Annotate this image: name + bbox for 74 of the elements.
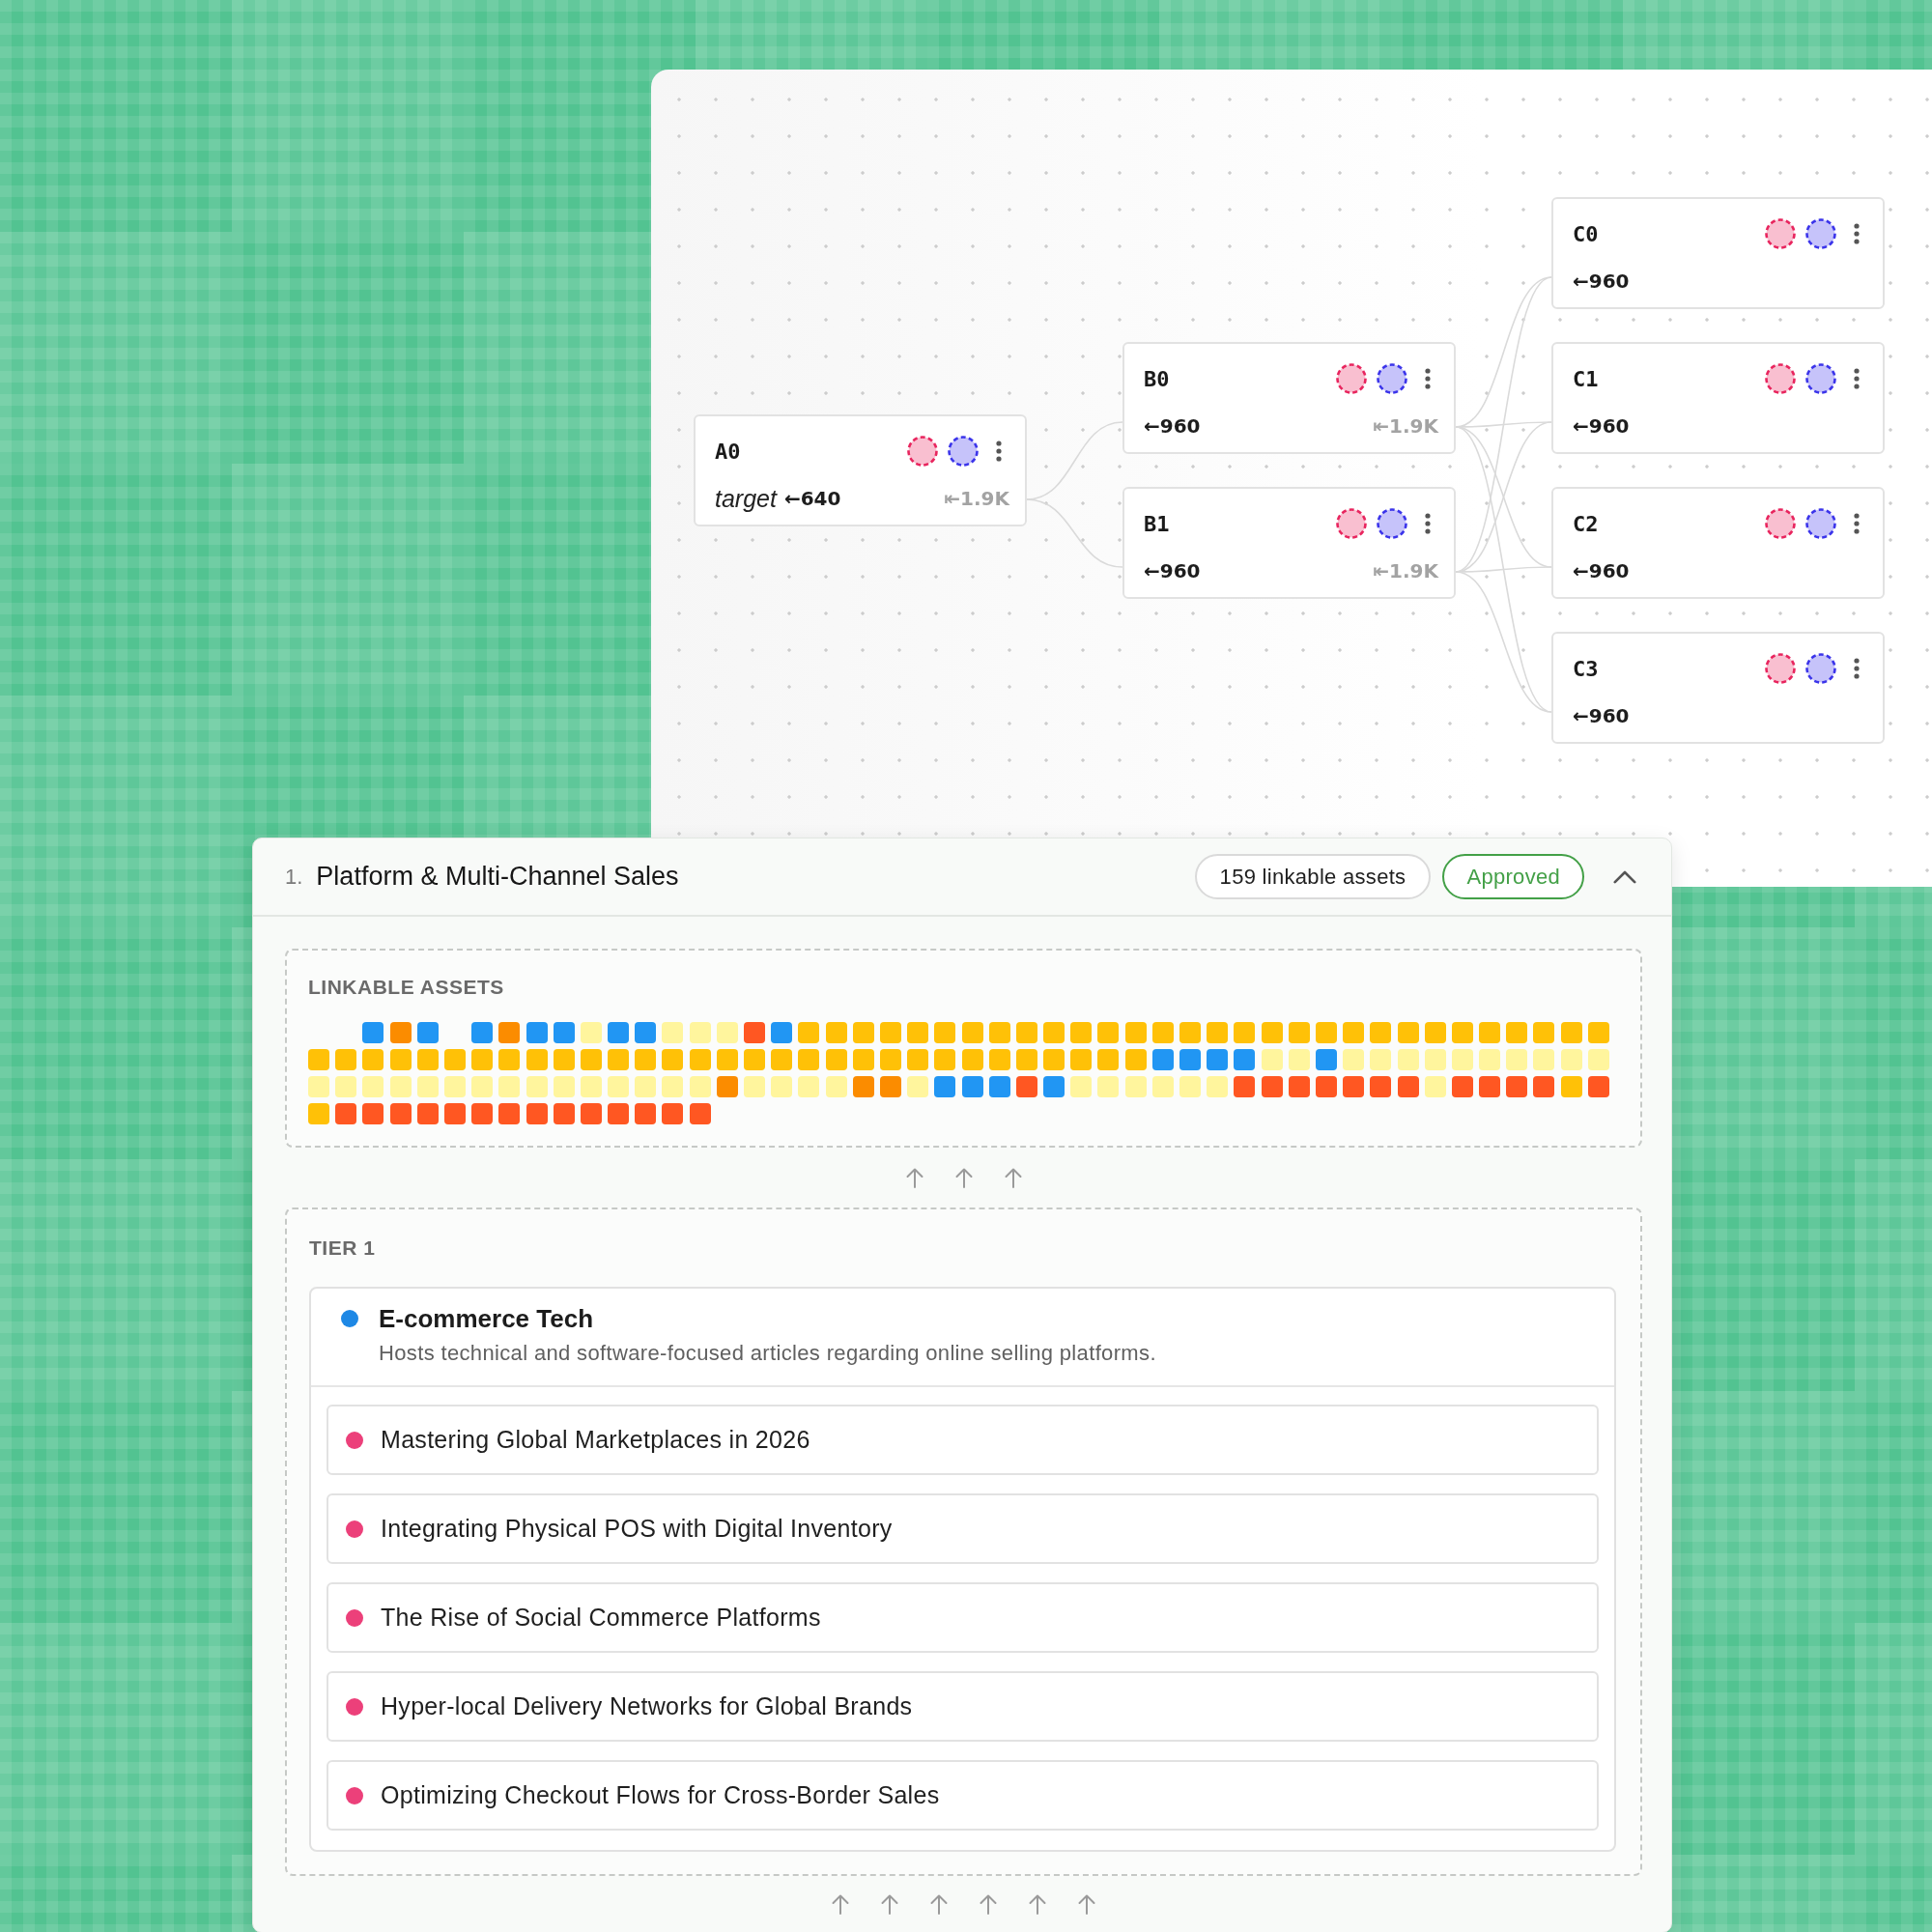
dashed-circle-icon: [1805, 508, 1836, 539]
section-title: Platform & Multi-Channel Sales: [316, 862, 679, 892]
dashed-circle-icon: [1805, 363, 1836, 394]
arrow-up-icon: [1004, 1167, 1022, 1188]
site-description: Hosts technical and software-focused articles regarding online selling platforms.: [379, 1340, 1156, 1367]
graph-node[interactable]: B1 ←960 ⇤1.9K: [1122, 487, 1456, 599]
kebab-menu-icon[interactable]: [996, 440, 1002, 462]
graph-node[interactable]: C1 ←960: [1551, 342, 1885, 454]
dashed-circle-icon: [1765, 363, 1796, 394]
node-title: C0: [1573, 221, 1599, 246]
arrow-up-icon: [881, 1893, 898, 1915]
dashed-circle-icon: [1336, 508, 1367, 539]
article-item[interactable]: Optimizing Checkout Flows for Cross-Border Sales: [327, 1760, 1599, 1831]
dashed-circle-icon: [1805, 653, 1836, 684]
dashed-circle-icon: [907, 436, 938, 467]
graph-node[interactable]: C0 ←960: [1551, 197, 1885, 309]
inbound-count: ←960: [1573, 270, 1630, 293]
inbound-count: ←960: [1144, 414, 1201, 438]
inbound-count: ←960: [1144, 559, 1201, 582]
arrow-up-icon: [832, 1893, 849, 1915]
outbound-count: ⇤1.9K: [1373, 559, 1438, 582]
asset-count-badge: 159 linkable assets: [1194, 854, 1432, 899]
outbound-count: ⇤1.9K: [1373, 414, 1438, 438]
article-title: Optimizing Checkout Flows for Cross-Border Sales: [381, 1781, 940, 1809]
kebab-menu-icon[interactable]: [1854, 658, 1860, 679]
dashed-circle-icon: [1805, 218, 1836, 249]
site-name: E-commerce Tech: [379, 1303, 595, 1335]
node-title: C1: [1573, 366, 1599, 391]
article-title: Hyper-local Delivery Networks for Global Brands: [381, 1692, 913, 1720]
status-badge: Approved: [1442, 854, 1584, 899]
arrow-up-icon: [930, 1893, 948, 1915]
tier-label: TIER 1: [309, 1236, 377, 1261]
article-title: Mastering Global Marketplaces in 2026: [381, 1426, 810, 1454]
arrow-up-icon: [954, 1167, 973, 1188]
node-title: B1: [1144, 511, 1170, 536]
kebab-menu-icon[interactable]: [1854, 368, 1860, 389]
dashed-circle-icon: [1377, 363, 1407, 394]
arrow-up-icon: [980, 1893, 997, 1915]
article-item[interactable]: Hyper-local Delivery Networks for Global Brands: [327, 1671, 1599, 1742]
outbound-count: ⇤1.9K: [944, 487, 1009, 510]
section-number: 1.: [285, 864, 303, 890]
dashed-circle-icon: [1765, 653, 1796, 684]
kebab-menu-icon[interactable]: [1425, 513, 1431, 534]
graph-node[interactable]: A0 target ←640 ⇤1.9K: [694, 414, 1027, 526]
inbound-count: ←960: [1573, 704, 1630, 727]
graph-node[interactable]: C2 ←960: [1551, 487, 1885, 599]
article-title: Integrating Physical POS with Digital Inventory: [381, 1515, 893, 1543]
arrow-up-icon: [1078, 1893, 1095, 1915]
inbound-count: ←960: [1573, 559, 1630, 582]
kebab-menu-icon[interactable]: [1854, 513, 1860, 534]
article-item[interactable]: The Rise of Social Commerce Platforms: [327, 1582, 1599, 1653]
kebab-menu-icon[interactable]: [1425, 368, 1431, 389]
arrow-up-icon: [1029, 1893, 1046, 1915]
node-title: A0: [715, 439, 741, 464]
arrow-up-icon: [905, 1167, 923, 1188]
node-title: C3: [1573, 656, 1599, 681]
graph-node[interactable]: C3 ←960: [1551, 632, 1885, 744]
dashed-circle-icon: [1377, 508, 1407, 539]
article-item[interactable]: Mastering Global Marketplaces in 2026: [327, 1405, 1599, 1475]
kebab-menu-icon[interactable]: [1854, 223, 1860, 244]
inbound-count: ←960: [1573, 414, 1630, 438]
article-item[interactable]: Integrating Physical POS with Digital Inventory: [327, 1493, 1599, 1564]
dashed-circle-icon: [1765, 218, 1796, 249]
dashed-circle-icon: [1765, 508, 1796, 539]
node-title: C2: [1573, 511, 1599, 536]
dashed-circle-icon: [948, 436, 979, 467]
dashed-circle-icon: [1336, 363, 1367, 394]
node-title: B0: [1144, 366, 1170, 391]
article-title: The Rise of Social Commerce Platforms: [381, 1604, 821, 1632]
graph-node[interactable]: B0 ←960 ⇤1.9K: [1122, 342, 1456, 454]
node-label: target: [715, 484, 777, 513]
inbound-count: ←640: [783, 487, 841, 510]
panel-label: LINKABLE ASSETS: [308, 975, 505, 1000]
chevron-up-icon[interactable]: [1613, 869, 1636, 884]
